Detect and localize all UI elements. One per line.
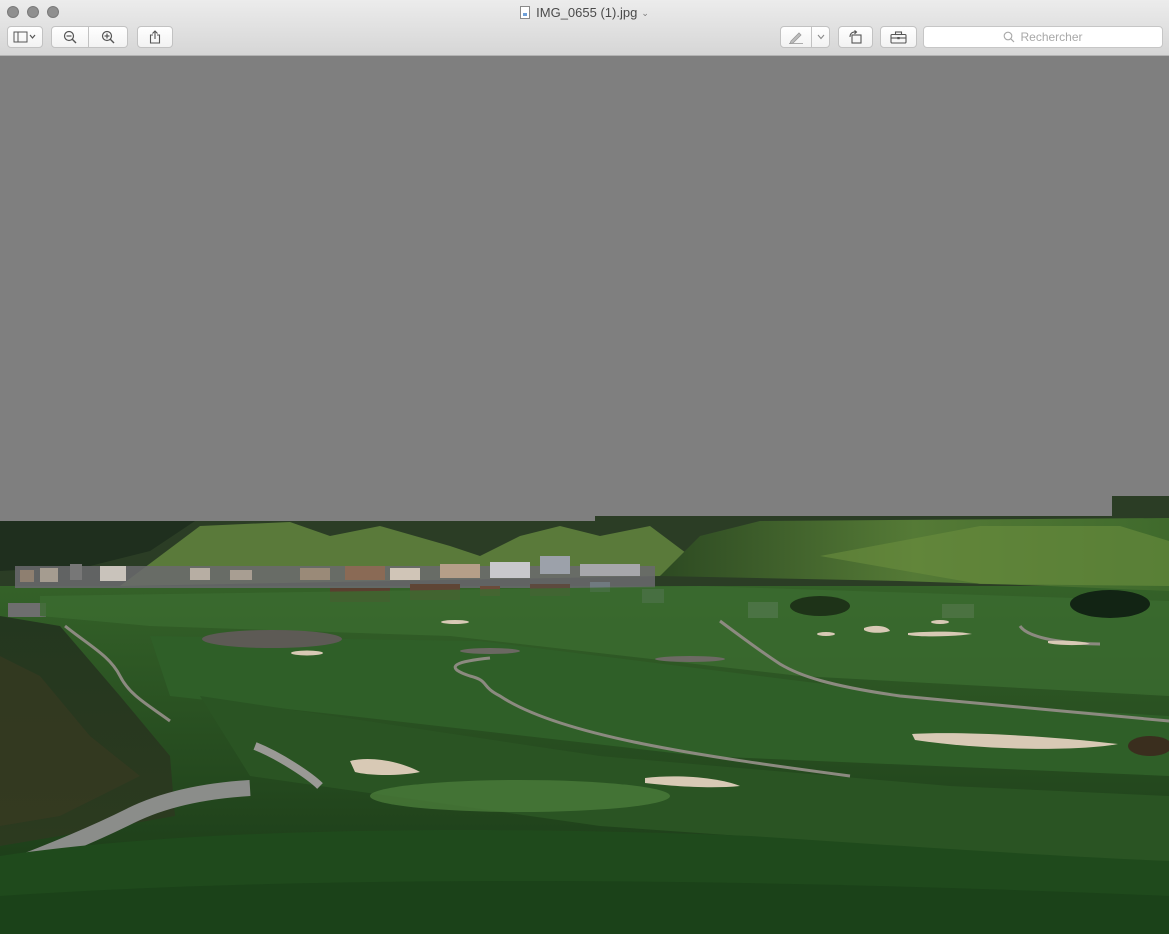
rotate-left-icon	[848, 30, 862, 44]
markup-button[interactable]	[780, 26, 812, 48]
rotate-button[interactable]	[838, 26, 873, 48]
chevron-down-icon: ⌄	[641, 8, 649, 18]
toolbox-icon	[890, 30, 907, 44]
jpeg-document-icon	[520, 6, 531, 19]
zoom-out-icon	[63, 30, 77, 44]
window-title[interactable]: IMG_0655 (1).jpg ⌄	[0, 4, 1169, 22]
share-button[interactable]	[137, 26, 173, 48]
share-icon	[149, 30, 161, 44]
sidebar-toggle-button[interactable]	[7, 26, 43, 48]
sidebar-icon	[13, 31, 36, 43]
image-viewer-canvas[interactable]	[0, 56, 1169, 934]
toolbox-button[interactable]	[880, 26, 917, 48]
zoom-in-button[interactable]	[89, 26, 128, 48]
search-icon	[1004, 31, 1015, 43]
chevron-down-icon	[817, 34, 824, 40]
golf-course-photo	[0, 496, 1169, 934]
markup-pen-icon	[789, 32, 803, 44]
zoom-out-button[interactable]	[51, 26, 89, 48]
zoom-in-icon	[101, 30, 115, 44]
search-placeholder: Rechercher	[1020, 30, 1083, 44]
title-toolbar: IMG_0655 (1).jpg ⌄ Rechercher	[0, 0, 1169, 56]
window-title-text: IMG_0655 (1).jpg	[536, 5, 638, 20]
markup-menu-button[interactable]	[812, 26, 830, 48]
search-field[interactable]: Rechercher	[923, 26, 1163, 48]
